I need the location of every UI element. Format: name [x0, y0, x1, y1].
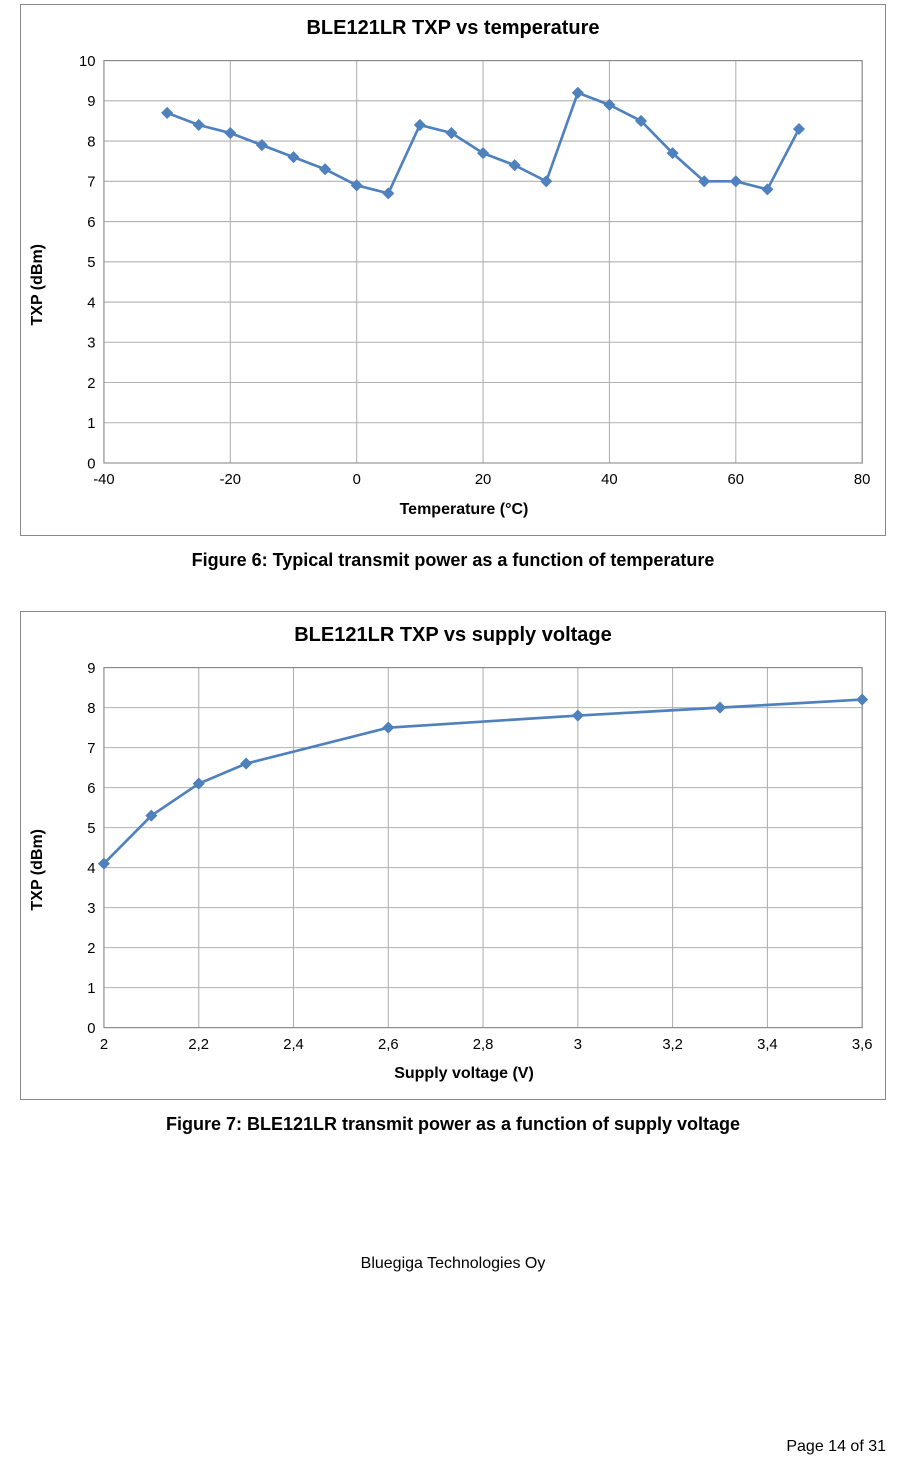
chart1-caption: Figure 6: Typical transmit power as a fu… — [20, 550, 886, 571]
svg-text:20: 20 — [475, 472, 491, 488]
svg-text:1: 1 — [87, 981, 95, 997]
chart2-xlabel: Supply voltage (V) — [51, 1065, 877, 1083]
svg-text:3,6: 3,6 — [852, 1037, 873, 1053]
svg-text:1: 1 — [87, 416, 95, 432]
svg-text:8: 8 — [87, 701, 95, 717]
svg-text:8: 8 — [87, 134, 95, 150]
chart2-caption: Figure 7: BLE121LR transmit power as a f… — [20, 1114, 886, 1135]
svg-text:7: 7 — [87, 741, 95, 757]
chart1-plot-col: 0 1 2 3 4 5 6 7 8 9 10 -40 -20 0 20 40 60 80 Temperature … — [51, 50, 877, 519]
svg-text:3: 3 — [87, 901, 95, 917]
svg-text:2: 2 — [100, 1037, 108, 1053]
chart2-ylabel: TXP (dBm) — [29, 829, 47, 910]
chart1-title: BLE121LR TXP vs temperature — [29, 17, 877, 40]
svg-text:60: 60 — [728, 472, 744, 488]
svg-text:2: 2 — [87, 941, 95, 957]
footer-page: Page 14 of 31 — [786, 1438, 886, 1456]
svg-text:5: 5 — [87, 821, 95, 837]
svg-text:6: 6 — [87, 781, 95, 797]
svg-text:10: 10 — [79, 54, 95, 70]
chart2-svg: 0 1 2 3 4 5 6 7 8 9 2 2,2 2,4 2,6 2,8 3 3,2 3,4 3,6 — [51, 657, 877, 1059]
svg-text:5: 5 — [87, 255, 95, 271]
chart2-title: BLE121LR TXP vs supply voltage — [29, 624, 877, 647]
svg-text:0: 0 — [87, 1021, 95, 1037]
svg-text:2,2: 2,2 — [188, 1037, 209, 1053]
svg-text:80: 80 — [854, 472, 870, 488]
svg-text:7: 7 — [87, 175, 95, 191]
chart2-plot-col: 0 1 2 3 4 5 6 7 8 9 2 2,2 2,4 2,6 2,8 3 3,2 3,4 3,6 Supply… — [51, 657, 877, 1083]
chart1-box: BLE121LR TXP vs temperature TXP (dBm) 0 1… — [20, 4, 886, 536]
svg-text:2,8: 2,8 — [473, 1037, 494, 1053]
svg-text:3: 3 — [87, 336, 95, 352]
svg-text:-40: -40 — [93, 472, 114, 488]
svg-text:3,4: 3,4 — [757, 1037, 778, 1053]
svg-text:2,4: 2,4 — [283, 1037, 304, 1053]
svg-text:4: 4 — [87, 295, 95, 311]
chart1-xlabel: Temperature (°C) — [51, 501, 877, 519]
svg-text:0: 0 — [87, 456, 95, 472]
svg-text:-20: -20 — [220, 472, 241, 488]
svg-text:40: 40 — [601, 472, 617, 488]
chart2-wrap: TXP (dBm) 0 1 2 3 4 5 6 7 8 9 2 2,2 2,4 2,6 2,8 3 3,2 3,4… — [29, 657, 877, 1083]
chart1-svg: 0 1 2 3 4 5 6 7 8 9 10 -40 -20 0 20 40 60 80 — [51, 50, 877, 495]
svg-text:2,6: 2,6 — [378, 1037, 399, 1053]
svg-text:3: 3 — [574, 1037, 582, 1053]
svg-text:2: 2 — [87, 376, 95, 392]
footer-company: Bluegiga Technologies Oy — [20, 1255, 886, 1273]
svg-text:6: 6 — [87, 215, 95, 231]
svg-text:9: 9 — [87, 661, 95, 677]
chart1-wrap: TXP (dBm) 0 1 2 3 4 5 6 7 8 9 10 -40 -20 0 20 40 60 80 Te… — [29, 50, 877, 519]
chart2-box: BLE121LR TXP vs supply voltage TXP (dBm)… — [20, 611, 886, 1100]
svg-text:3,2: 3,2 — [662, 1037, 683, 1053]
svg-text:9: 9 — [87, 94, 95, 110]
svg-text:0: 0 — [353, 472, 361, 488]
chart1-ylabel: TXP (dBm) — [29, 244, 47, 325]
svg-text:4: 4 — [87, 861, 95, 877]
document-page: BLE121LR TXP vs temperature TXP (dBm) 0 1… — [0, 4, 906, 1466]
